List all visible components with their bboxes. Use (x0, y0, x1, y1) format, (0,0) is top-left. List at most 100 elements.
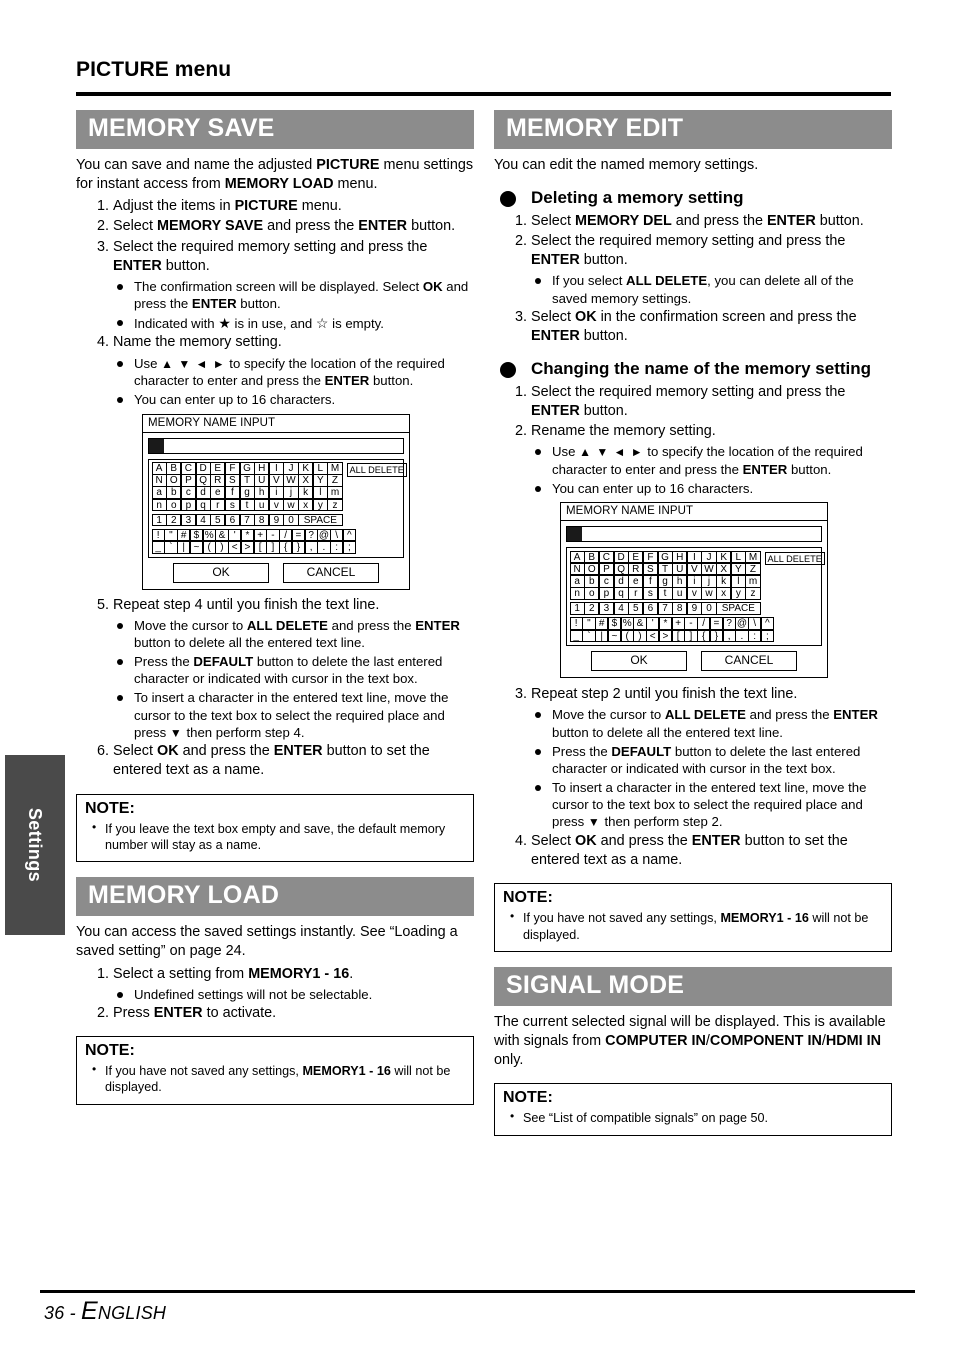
character-key[interactable]: t (239, 498, 255, 512)
character-key[interactable]: l (730, 574, 746, 588)
character-key[interactable]: \ (748, 617, 762, 631)
character-key[interactable]: 3 (180, 513, 196, 527)
character-key[interactable]: R (628, 562, 644, 576)
character-key[interactable]: b (584, 574, 600, 588)
name-text-input[interactable] (148, 437, 404, 454)
character-key[interactable]: { (279, 541, 293, 554)
character-key[interactable]: G (657, 550, 673, 564)
character-key[interactable]: V (686, 562, 702, 576)
character-key[interactable]: I (686, 550, 702, 564)
character-key[interactable]: J (701, 550, 717, 564)
character-key[interactable]: N (569, 562, 585, 576)
character-key[interactable]: ~ (607, 629, 621, 643)
character-key[interactable]: k (298, 486, 314, 499)
character-key[interactable]: h (672, 574, 688, 588)
character-key[interactable]: P (180, 474, 196, 487)
character-key[interactable]: < (228, 541, 242, 554)
character-key[interactable]: M (745, 550, 761, 564)
character-key[interactable]: U (672, 562, 688, 576)
character-key[interactable]: 0 (701, 602, 717, 615)
character-key[interactable]: - (266, 528, 280, 542)
character-key[interactable]: ) (633, 629, 647, 643)
character-key[interactable]: m (745, 574, 761, 588)
character-key[interactable]: 6 (642, 602, 658, 615)
cancel-button[interactable]: CANCEL (283, 562, 379, 583)
character-key[interactable]: l (312, 486, 328, 499)
character-key[interactable]: v (268, 498, 284, 512)
character-key[interactable]: ^ (342, 528, 356, 542)
character-key[interactable]: C (180, 462, 196, 475)
character-key[interactable]: ' (646, 617, 660, 631)
character-key[interactable]: ~ (189, 541, 203, 554)
character-key[interactable]: Y (312, 474, 328, 487)
character-key[interactable]: T (657, 562, 673, 576)
character-key[interactable]: , (304, 541, 318, 554)
character-key[interactable]: " (164, 528, 178, 542)
character-key[interactable]: r (628, 587, 644, 600)
character-key[interactable]: , (722, 629, 736, 643)
character-key[interactable]: = (709, 617, 723, 631)
character-key[interactable]: n (151, 498, 167, 512)
character-key[interactable]: : (748, 629, 762, 643)
character-key[interactable]: K (716, 550, 732, 564)
character-key[interactable]: G (239, 462, 255, 475)
character-key[interactable]: $ (607, 617, 621, 631)
character-key[interactable]: + (671, 617, 685, 631)
character-key[interactable]: c (598, 574, 614, 588)
character-key[interactable]: S (224, 474, 240, 487)
character-key[interactable]: ? (722, 617, 736, 631)
character-key[interactable]: \ (330, 528, 344, 542)
character-key[interactable]: ( (620, 629, 634, 643)
character-key[interactable]: d (613, 574, 629, 588)
character-key[interactable]: U (254, 474, 270, 487)
character-key[interactable]: 4 (195, 513, 211, 527)
character-key[interactable]: s (642, 587, 658, 600)
character-key[interactable]: ] (266, 541, 280, 554)
character-key[interactable]: | (595, 629, 609, 643)
character-key[interactable]: / (279, 528, 293, 542)
character-key[interactable]: f (642, 574, 658, 588)
character-key[interactable]: 9 (686, 602, 702, 615)
character-key[interactable]: F (224, 462, 240, 475)
character-key[interactable]: f (224, 486, 240, 499)
character-key[interactable]: D (613, 550, 629, 564)
character-key[interactable]: 3 (598, 602, 614, 615)
ok-button[interactable]: OK (591, 651, 687, 672)
character-key[interactable]: y (312, 498, 328, 512)
character-key[interactable]: t (657, 587, 673, 600)
character-key[interactable]: $ (189, 528, 203, 542)
character-key[interactable]: p (598, 587, 614, 600)
character-key[interactable]: 6 (224, 513, 240, 527)
character-key[interactable]: ; (760, 629, 774, 643)
character-key[interactable]: ' (228, 528, 242, 542)
character-key[interactable]: w (283, 498, 299, 512)
character-key[interactable]: v (686, 587, 702, 600)
character-key[interactable]: } (291, 541, 305, 554)
all-delete-key[interactable]: ALL DELETE (346, 463, 407, 477)
character-key[interactable]: u (672, 587, 688, 600)
character-key[interactable]: q (613, 587, 629, 600)
character-key[interactable]: j (701, 574, 717, 588)
character-key[interactable]: d (195, 486, 211, 499)
character-key[interactable]: ] (684, 629, 698, 643)
character-key[interactable]: E (210, 462, 226, 475)
character-key[interactable]: * (240, 528, 254, 542)
character-key[interactable]: 5 (210, 513, 226, 527)
character-key[interactable]: w (701, 587, 717, 600)
character-key[interactable]: [ (253, 541, 267, 554)
character-key[interactable]: & (633, 617, 647, 631)
character-key[interactable]: ^ (760, 617, 774, 631)
character-key[interactable]: { (697, 629, 711, 643)
character-key[interactable]: 9 (268, 513, 284, 527)
name-text-input[interactable] (566, 526, 822, 543)
character-key[interactable]: O (166, 474, 182, 487)
character-key[interactable]: ) (215, 541, 229, 554)
character-key[interactable]: e (628, 574, 644, 588)
cancel-button[interactable]: CANCEL (701, 651, 797, 672)
character-key[interactable]: p (180, 498, 196, 512)
character-key[interactable]: H (254, 462, 270, 475)
character-key[interactable]: . (735, 629, 749, 643)
space-key[interactable]: SPACE (716, 602, 761, 615)
character-key[interactable]: g (657, 574, 673, 588)
character-key[interactable]: W (283, 474, 299, 487)
